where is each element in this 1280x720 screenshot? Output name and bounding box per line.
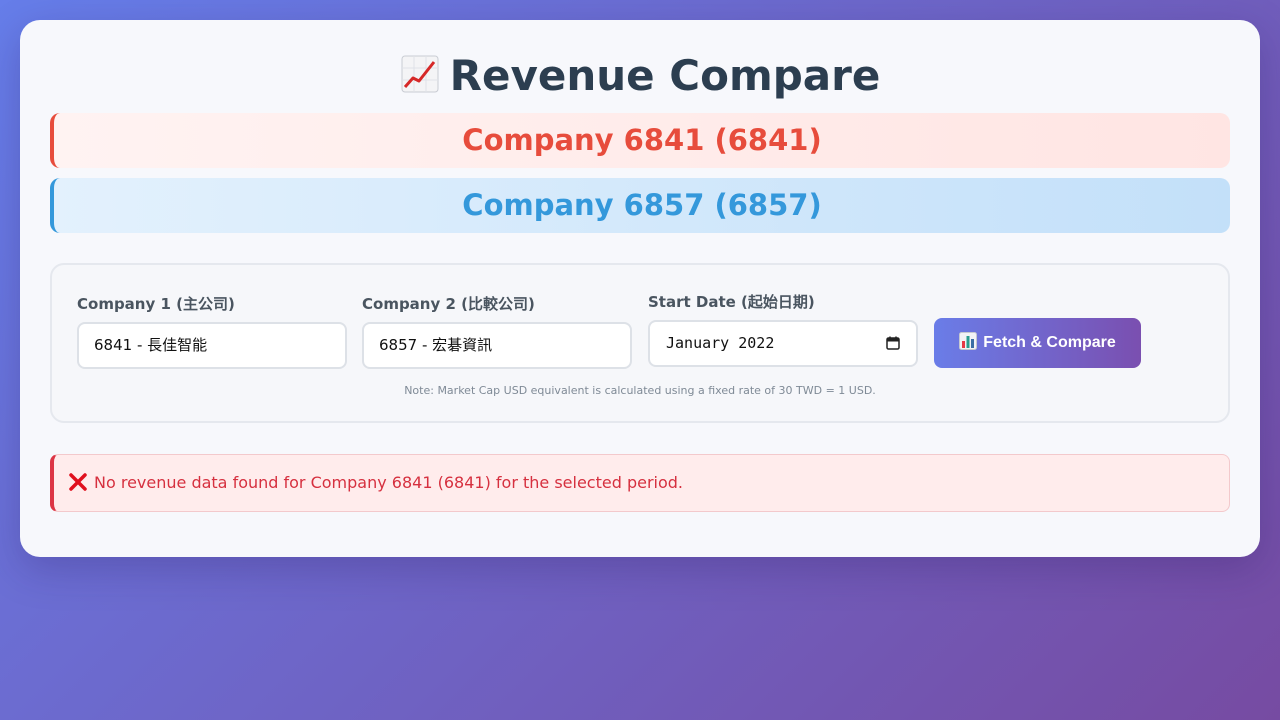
- page-title: Revenue Compare: [20, 50, 1260, 102]
- start-date-field: Start Date (起始日期) January 2022: [648, 292, 918, 372]
- fetch-compare-button[interactable]: Fetch & Compare: [934, 318, 1141, 368]
- company1-select[interactable]: 6841 - 長佳智能: [77, 322, 347, 369]
- company2-label: Company 2 (比較公司): [362, 295, 535, 313]
- exchange-rate-note: Note: Market Cap USD equivalent is calcu…: [404, 384, 876, 397]
- company1-field: Company 1 (主公司) 6841 - 長佳智能: [77, 294, 347, 374]
- page-title-text: Revenue Compare: [449, 51, 881, 100]
- error-message: No revenue data found for Company 6841 (…: [94, 473, 683, 492]
- cross-mark-icon: [69, 473, 87, 491]
- company2-select[interactable]: 6857 - 宏碁資訊: [362, 322, 632, 369]
- fetch-compare-label: Fetch & Compare: [983, 334, 1116, 351]
- error-alert: No revenue data found for Company 6841 (…: [50, 454, 1230, 512]
- start-date-label: Start Date (起始日期): [648, 293, 815, 311]
- controls-panel: Company 1 (主公司) 6841 - 長佳智能 Company 2 (比…: [50, 263, 1230, 423]
- calendar-icon[interactable]: [886, 336, 900, 350]
- start-date-input[interactable]: January 2022: [648, 320, 918, 367]
- chart-increasing-icon: [401, 55, 439, 93]
- primary-company-banner: Company 6841 (6841): [50, 113, 1230, 168]
- company1-label: Company 1 (主公司): [77, 295, 235, 313]
- main-card: Revenue Compare Company 6841 (6841) Comp…: [20, 20, 1260, 557]
- start-date-value: January 2022: [666, 334, 775, 352]
- bar-chart-icon: [959, 332, 978, 350]
- compare-company-banner: Company 6857 (6857): [50, 178, 1230, 233]
- company2-field: Company 2 (比較公司) 6857 - 宏碁資訊: [362, 294, 632, 374]
